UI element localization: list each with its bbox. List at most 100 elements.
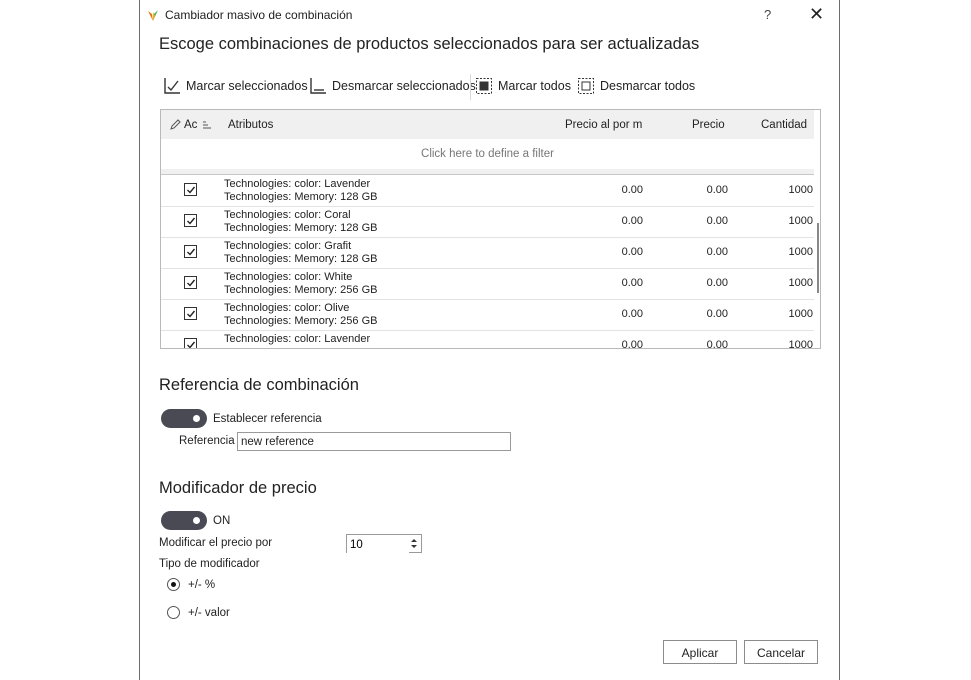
modifier-percent-radio[interactable] [167,578,180,591]
column-header-retail-price[interactable]: Precio al por m [565,119,642,131]
row-price: 0.00 [706,246,728,258]
table-row[interactable]: Technologies: color: Grafit Technologies:… [161,237,814,269]
grid-header: Ac Atributos Precio al por m Precio Cant… [161,110,814,139]
grid-rows: Technologies: color: Lavender Technologie… [161,175,814,349]
row-quantity: 1000 [788,277,813,289]
unmark-selected-button[interactable]: Desmarcar seleccionados [309,74,476,98]
sort-icon[interactable] [202,120,212,130]
window-title: Cambiador masivo de combinación [165,8,353,22]
table-row[interactable]: Technologies: color: Lavender Technologie… [161,175,814,207]
row-retail-price: 0.00 [621,277,643,289]
row-attributes: Technologies: color: Coral Technologies: … [224,209,377,235]
apply-button[interactable]: Aplicar [663,640,737,664]
row-quantity: 1000 [788,308,813,320]
row-attribute-memory: Technologies: Memory: 128 GB [224,253,378,265]
reference-section-title: Referencia de combinación [159,376,359,394]
row-attribute-color: Technologies: color: Grafit [224,240,352,252]
reference-input[interactable] [237,432,511,451]
filter-row[interactable]: Click here to define a filter [161,139,814,170]
table-row[interactable]: Technologies: color: Coral Technologies: … [161,206,814,238]
row-checkbox[interactable] [184,245,197,258]
checkmark-icon [187,310,196,318]
help-button[interactable]: ? [764,7,771,22]
row-attribute-color: Technologies: color: Olive [224,302,350,314]
checkmark-icon [187,341,196,348]
modify-price-label: Modificar el precio por [159,537,273,549]
row-attributes: Technologies: color: Grafit Technologies:… [224,240,377,266]
toggle-knob [193,517,200,524]
row-retail-price: 0.00 [621,339,643,349]
row-attributes: Technologies: color: Olive Technologies: … [224,302,377,328]
mark-selected-button[interactable]: Marcar seleccionados [163,74,308,98]
row-attribute-color: Technologies: color: Lavender [224,333,371,345]
row-price: 0.00 [706,308,728,320]
row-checkbox[interactable] [184,183,197,196]
row-attributes: Technologies: color: Lavender Technologie… [224,178,377,204]
row-quantity: 1000 [788,246,813,258]
modifier-value-radio[interactable] [167,606,180,619]
price-modifier-section-title: Modificador de precio [159,479,317,497]
unmark-all-button[interactable]: Desmarcar todos [577,74,695,98]
column-header-quantity[interactable]: Cantidad [761,119,807,131]
close-button[interactable]: ✕ [809,4,824,24]
table-row[interactable]: Technologies: color: White Technologies: … [161,268,814,300]
row-checkbox[interactable] [184,307,197,320]
checkmark-icon [187,279,196,287]
row-retail-price: 0.00 [621,308,643,320]
price-modifier-toggle[interactable] [161,511,207,530]
row-attribute-color: Technologies: color: White [224,271,353,283]
unmark-selected-label: Desmarcar seleccionados [332,79,476,93]
row-retail-price: 0.00 [621,246,643,258]
mark-all-label: Marcar todos [498,79,571,93]
row-quantity: 1000 [788,339,813,349]
toolbar-separator [470,74,471,100]
row-checkbox[interactable] [184,338,197,348]
row-attribute-color: Technologies: color: Lavender [224,178,371,190]
mark-all-icon [476,78,492,94]
row-checkbox[interactable] [184,214,197,227]
unmark-all-icon [578,78,594,94]
dialog-heading: Escoge combinaciones de productos selecc… [159,35,700,53]
row-quantity: 1000 [788,215,813,227]
column-header-action[interactable]: Ac [184,119,197,131]
checkmark-icon [187,217,196,225]
modify-price-input[interactable] [347,535,409,554]
row-price: 0.00 [706,277,728,289]
row-price: 0.00 [706,339,728,349]
toggle-knob [193,415,200,422]
cancel-button[interactable]: Cancelar [744,640,818,664]
table-row[interactable]: Technologies: color: Olive Technologies: … [161,299,814,331]
mass-combination-changer-dialog: Cambiador masivo de combinación ? ✕ Esco… [139,0,840,680]
row-attribute-color: Technologies: color: Coral [224,209,351,221]
row-retail-price: 0.00 [621,215,643,227]
set-reference-label: Establecer referencia [213,413,322,425]
column-header-attributes[interactable]: Atributos [228,119,273,131]
row-price: 0.00 [706,184,728,196]
column-header-price[interactable]: Precio [692,119,725,131]
row-attributes: Technologies: color: White Technologies: … [224,271,377,297]
unmark-selected-icon [310,78,326,94]
row-checkbox[interactable] [184,276,197,289]
mark-selected-label: Marcar seleccionados [186,79,308,93]
unmark-all-label: Desmarcar todos [600,79,696,93]
set-reference-toggle[interactable] [161,409,207,428]
spinner-arrows-icon[interactable] [409,536,419,551]
checkmark-icon [187,248,196,256]
scrollbar-thumb[interactable] [817,223,819,293]
reference-field-label: Referencia [179,435,235,447]
row-attribute-memory: Technologies: Memory: 256 GB [224,315,378,327]
table-row[interactable]: Technologies: color: Lavender 0.00 0.00 … [161,330,814,349]
mark-all-button[interactable]: Marcar todos [475,74,571,98]
edit-pencil-icon [170,119,181,130]
combinations-grid: Ac Atributos Precio al por m Precio Cant… [160,109,821,349]
row-attributes: Technologies: color: Lavender [224,333,370,346]
row-quantity: 1000 [788,184,813,196]
modifier-value-label: +/- valor [188,607,230,619]
modifier-percent-label: +/- % [188,579,216,591]
row-retail-price: 0.00 [621,184,643,196]
row-attribute-memory: Technologies: Memory: 256 GB [224,284,378,296]
checkmark-icon [187,186,196,194]
app-logo-icon [148,10,158,21]
vertical-scrollbar[interactable] [814,175,820,348]
modify-price-spinner[interactable] [346,534,422,554]
